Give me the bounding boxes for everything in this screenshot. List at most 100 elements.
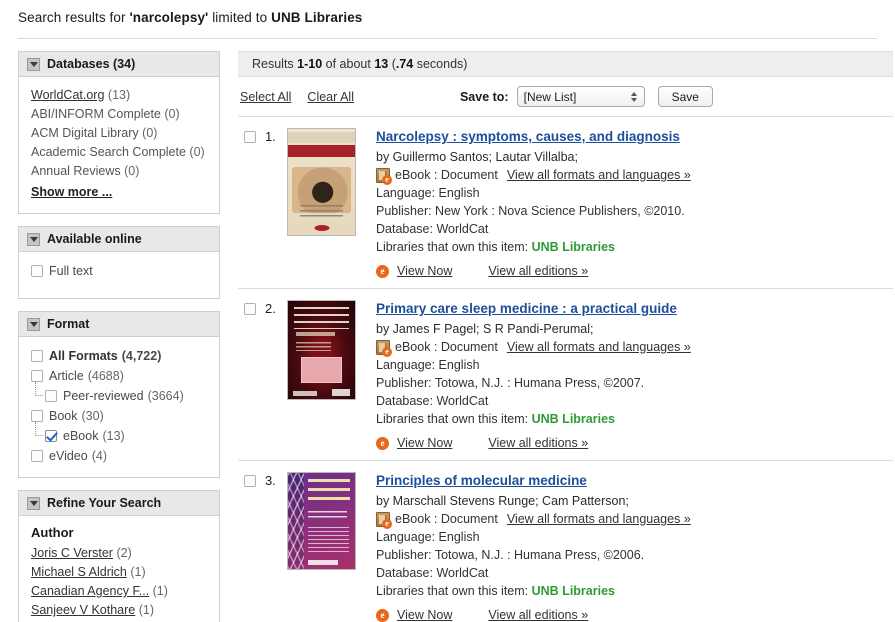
book-cover-thumbnail[interactable] — [287, 300, 356, 400]
ebook-access-icon: e — [376, 264, 389, 278]
facet-databases-header[interactable]: Databases (34) — [19, 52, 219, 77]
book-cover-thumbnail[interactable] — [287, 128, 356, 236]
facet-available-online-title: Available online — [47, 232, 142, 246]
view-all-editions-link[interactable]: View all editions » — [488, 608, 588, 622]
facet-refine-header[interactable]: Refine Your Search — [19, 491, 219, 516]
database-count: (0) — [124, 164, 140, 178]
facet-option-peer-reviewed[interactable]: Peer-reviewed (3664) — [31, 382, 209, 406]
result-publisher: Publisher: New York : Nova Science Publi… — [376, 204, 685, 218]
view-now-link[interactable]: View Now — [397, 608, 452, 622]
checkbox-ebook[interactable] — [45, 430, 57, 442]
owned-prefix: Libraries that own this item: — [376, 412, 532, 426]
chevron-down-icon[interactable] — [27, 317, 40, 331]
facet-option-evideo[interactable]: eVideo (4) — [31, 446, 209, 466]
view-all-formats-link[interactable]: View all formats and languages » — [507, 338, 691, 356]
result-title-link[interactable]: Primary care sleep medicine : a practica… — [376, 300, 677, 317]
facet-option-count: (4) — [91, 449, 107, 463]
facet-author-subheading: Author — [31, 525, 74, 540]
author-count: (2) — [116, 546, 132, 560]
result-details: Narcolepsy : symptoms, causes, and diagn… — [376, 128, 893, 278]
result-details: Primary care sleep medicine : a practica… — [376, 300, 893, 450]
stepper-arrows-icon[interactable] — [630, 91, 637, 102]
author-item[interactable]: Michael S Aldrich (1) — [31, 563, 209, 582]
view-all-formats-link[interactable]: View all formats and languages » — [507, 510, 691, 528]
database-item[interactable]: WorldCat.org (13) — [31, 86, 209, 105]
results-total: 13 — [374, 57, 389, 71]
select-all-link[interactable]: Select All — [240, 90, 291, 104]
result-publisher: Publisher: Totowa, N.J. : Humana Press, … — [376, 376, 645, 390]
author-link-canadian-agency[interactable]: Canadian Agency F... — [31, 584, 149, 598]
book-cover-thumbnail[interactable] — [287, 472, 356, 570]
page-title: Search results for 'narcolepsy' limited … — [0, 0, 895, 25]
author-item[interactable]: Canadian Agency F... (1) — [31, 582, 209, 601]
checkbox-peer-reviewed[interactable] — [45, 390, 57, 402]
result-format-row: e eBook : Document View all formats and … — [376, 166, 893, 185]
results-prefix: Results — [252, 57, 298, 71]
facet-option-full-text[interactable]: Full text — [31, 261, 209, 281]
facet-option-ebook[interactable]: eBook (13) — [31, 422, 209, 446]
clear-all-link[interactable]: Clear All — [307, 90, 354, 104]
author-item[interactable]: Sanjeev V Kothare (1) — [31, 601, 209, 620]
show-more-databases-link[interactable]: Show more ... — [31, 183, 112, 202]
result-title-link[interactable]: Narcolepsy : symptoms, causes, and diagn… — [376, 128, 680, 145]
result-item: 1. Narcolepsy : symptoms, causes, and di… — [238, 117, 893, 289]
facet-refine-your-search: Refine Your Search Author Joris C Verste… — [18, 490, 220, 622]
results-content: Results 1-10 of about 13 (.74 seconds) S… — [238, 51, 895, 622]
checkbox-result-1[interactable] — [244, 131, 256, 143]
database-item: Academic Search Complete (0) — [31, 143, 209, 162]
author-item[interactable]: Joris C Verster (2) — [31, 544, 209, 563]
database-link-worldcat[interactable]: WorldCat.org — [31, 88, 104, 102]
result-owning-libraries: Libraries that own this item: UNB Librar… — [376, 582, 893, 600]
chevron-down-icon[interactable] — [27, 496, 40, 510]
author-link-joris-c-verster[interactable]: Joris C Verster — [31, 546, 113, 560]
result-database: Database: WorldCat — [376, 394, 489, 408]
checkbox-full-text[interactable] — [31, 265, 43, 277]
view-all-editions-link[interactable]: View all editions » — [488, 264, 588, 278]
chevron-down-icon[interactable] — [27, 232, 40, 246]
author-link-sanjeev-v-kothare[interactable]: Sanjeev V Kothare — [31, 603, 135, 617]
chevron-down-icon[interactable] — [27, 57, 40, 71]
result-actions: e View Now View all editions » — [376, 608, 893, 622]
database-label-abi: ABI/INFORM Complete — [31, 107, 161, 121]
checkbox-all-formats[interactable] — [31, 350, 43, 362]
database-label-annual-reviews: Annual Reviews — [31, 164, 121, 178]
facet-format-body: All Formats (4,722) Article (4688) Peer-… — [19, 337, 219, 477]
save-button[interactable]: Save — [657, 86, 713, 107]
result-item: 2. Primary care sleep medicine : a pract… — [238, 289, 893, 461]
result-authors: by Guillermo Santos; Lautar Villalba; — [376, 150, 578, 164]
view-now-link[interactable]: View Now — [397, 436, 452, 450]
ebook-access-icon: e — [376, 608, 389, 622]
author-link-michael-s-aldrich[interactable]: Michael S Aldrich — [31, 565, 127, 579]
view-all-formats-link[interactable]: View all formats and languages » — [507, 166, 691, 184]
database-count: (13) — [107, 88, 131, 102]
result-publisher: Publisher: Totowa, N.J. : Humana Press, … — [376, 548, 645, 562]
facet-available-online: Available online Full text — [18, 226, 220, 299]
page-title-query: 'narcolepsy' — [129, 10, 209, 25]
save-to-select[interactable]: [New List] — [516, 86, 645, 107]
ebook-access-icon: e — [376, 436, 389, 450]
facet-option-label: Peer-reviewed — [63, 389, 144, 403]
facet-option-book[interactable]: Book (30) — [31, 406, 209, 426]
result-language: Language: English — [376, 530, 480, 544]
facet-format-header[interactable]: Format — [19, 312, 219, 337]
result-title-link[interactable]: Principles of molecular medicine — [376, 472, 587, 489]
checkbox-book[interactable] — [31, 410, 43, 422]
view-all-editions-link[interactable]: View all editions » — [488, 436, 588, 450]
view-now-link[interactable]: View Now — [397, 264, 452, 278]
facet-refine-title: Refine Your Search — [47, 496, 162, 510]
checkbox-evideo[interactable] — [31, 450, 43, 462]
facet-option-article[interactable]: Article (4688) — [31, 366, 209, 386]
result-number: 3. — [265, 473, 276, 488]
checkbox-result-2[interactable] — [244, 303, 256, 315]
checkbox-result-3[interactable] — [244, 475, 256, 487]
facet-option-all-formats[interactable]: All Formats (4,722) — [31, 346, 209, 366]
results-time-close: seconds) — [413, 57, 468, 71]
checkbox-article[interactable] — [31, 370, 43, 382]
result-format-text: eBook : Document — [395, 512, 498, 526]
owned-prefix: Libraries that own this item: — [376, 584, 532, 598]
facet-available-online-header[interactable]: Available online — [19, 227, 219, 252]
result-item: 3. Principles of molecular medicine by M… — [238, 461, 893, 622]
database-count: (0) — [142, 126, 158, 140]
ebook-icon: e — [376, 511, 392, 529]
facet-format-title: Format — [47, 317, 90, 331]
